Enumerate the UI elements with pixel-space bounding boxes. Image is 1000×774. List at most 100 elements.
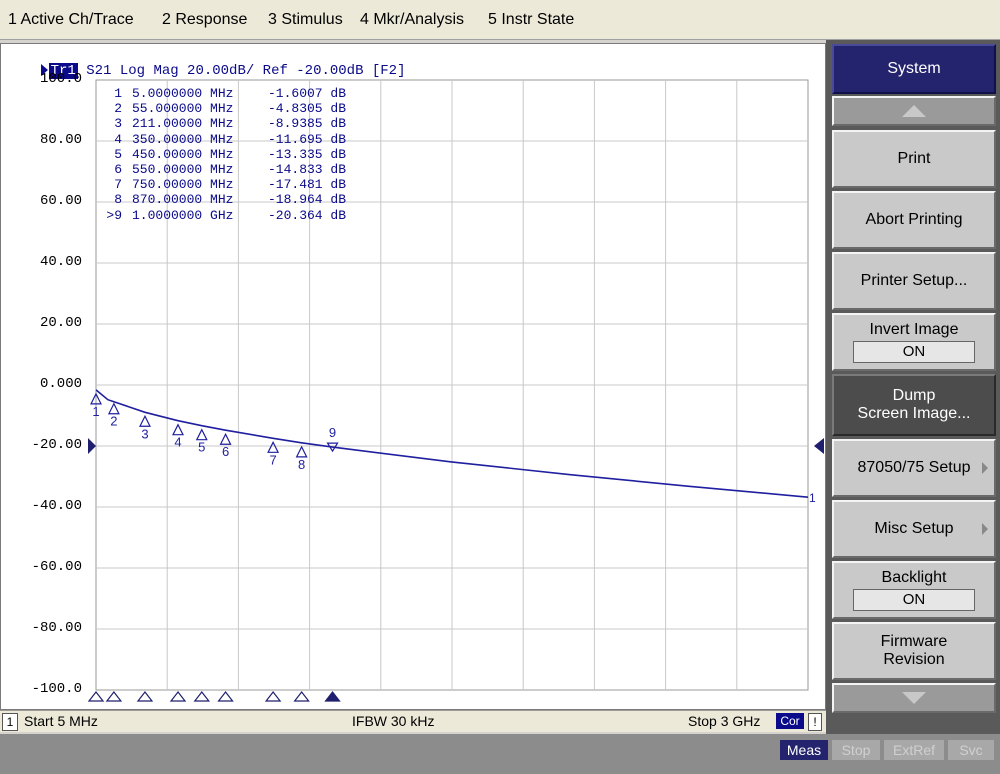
softkey-menu-title: System	[832, 44, 996, 94]
marker-row: 5 450.00000 MHz -13.335 dB	[100, 147, 346, 162]
marker-row: 1 5.0000000 MHz -1.6007 dB	[100, 86, 346, 101]
instrument-status-bar: Meas Stop ExtRef Svc	[0, 734, 1000, 774]
stimulus-marker-icon	[87, 691, 105, 702]
marker-label: 4	[174, 435, 181, 450]
marker-frequency: 870.00000 MHz	[132, 192, 234, 208]
ref-level-left-icon	[88, 438, 96, 454]
marker-id: 7	[114, 177, 122, 193]
marker-value: -13.335 dB	[268, 146, 347, 162]
marker-value: -20.364 dB	[268, 207, 347, 223]
meas-status: Meas	[780, 740, 828, 760]
trace-end-label: 1	[809, 491, 816, 505]
marker-table: 1 5.0000000 MHz -1.6007 dB 2 55.000000 MHz -4…	[100, 86, 346, 223]
backlight-label: Backlight	[881, 569, 947, 586]
marker-row: 3 211.00000 MHz -8.9385 dB	[100, 116, 346, 131]
marker-value: -18.964 dB	[268, 192, 347, 208]
abort-printing-label: Abort Printing	[865, 211, 963, 228]
dump-label-line1: Dump	[892, 387, 936, 404]
marker-row: 7 750.00000 MHz -17.481 dB	[100, 177, 346, 192]
start-frequency[interactable]: Start 5 MHz	[24, 713, 98, 729]
dump-screen-image-button[interactable]: Dump Screen Image...	[832, 374, 996, 436]
print-button[interactable]: Print	[832, 130, 996, 188]
marker-frequency: 450.00000 MHz	[132, 146, 234, 162]
stop-status: Stop	[832, 740, 880, 760]
firmware-label-line1: Firmware	[880, 633, 948, 650]
printer-setup-button[interactable]: Printer Setup...	[832, 252, 996, 310]
marker-id: 1	[114, 86, 122, 101]
marker-label: 2	[110, 414, 117, 429]
marker-frequency: 350.00000 MHz	[132, 131, 234, 147]
marker-id: 3	[114, 116, 122, 132]
softkey-title-label: System	[887, 60, 941, 77]
marker-row: 8 870.00000 MHz -18.964 dB	[100, 192, 346, 207]
stop-frequency[interactable]: Stop 3 GHz	[688, 713, 760, 729]
marker-frequency: 1.0000000 GHz	[132, 207, 234, 223]
marker-id: 6	[114, 162, 122, 178]
marker-frequency: 211.00000 MHz	[132, 116, 234, 132]
ref-level-right-icon	[814, 438, 824, 454]
marker-frequency: 550.00000 MHz	[132, 162, 234, 178]
stimulus-marker-icon	[217, 691, 234, 702]
marker-value: -4.8305 dB	[268, 101, 347, 117]
marker-label: 9	[329, 425, 336, 440]
stimulus-marker-icon	[293, 691, 310, 702]
marker-id: 2	[114, 101, 122, 117]
marker-value: -1.6007 dB	[268, 86, 347, 101]
stimulus-marker-icon	[193, 691, 211, 702]
invert-image-label: Invert Image	[869, 321, 959, 338]
marker-id: >9	[106, 207, 122, 223]
marker-label: 6	[222, 444, 229, 459]
printer-setup-label: Printer Setup...	[860, 272, 968, 289]
stimulus-markers	[87, 691, 341, 702]
marker-value: -14.833 dB	[268, 162, 347, 178]
marker-label: 3	[141, 426, 148, 441]
setup-87050-label: 87050/75 Setup	[857, 459, 971, 476]
softkey-panel: System Print Abort Printing Printer Setu…	[826, 40, 1000, 734]
stimulus-marker-icon	[136, 691, 154, 702]
stimulus-marker-icon	[169, 691, 187, 702]
setup-87050-button[interactable]: 87050/75 Setup	[832, 439, 996, 497]
submenu-arrow-icon	[982, 523, 988, 535]
backlight-button[interactable]: Backlight ON	[832, 561, 996, 619]
misc-setup-button[interactable]: Misc Setup	[832, 500, 996, 558]
marker-label: 5	[198, 440, 205, 455]
marker-frequency: 55.000000 MHz	[132, 101, 234, 117]
marker-id: 5	[114, 146, 122, 162]
misc-setup-label: Misc Setup	[874, 520, 954, 537]
marker-label: 7	[269, 452, 276, 467]
marker-frequency: 5.0000000 MHz	[132, 86, 234, 101]
firmware-label-line2: Revision	[883, 651, 945, 668]
marker-label: 8	[298, 457, 305, 472]
correction-indicator: Cor	[776, 713, 804, 729]
marker-value: -17.481 dB	[268, 177, 347, 193]
marker-frequency: 750.00000 MHz	[132, 177, 234, 193]
marker-value: -8.9385 dB	[268, 116, 347, 132]
if-bandwidth[interactable]: IFBW 30 kHz	[352, 713, 434, 729]
stimulus-marker-icon	[264, 691, 282, 702]
marker-row: 2 55.000000 MHz -4.8305 dB	[100, 101, 346, 116]
scroll-up-button[interactable]	[832, 96, 996, 126]
invert-image-value: ON	[853, 341, 975, 363]
dump-label-line2: Screen Image...	[857, 405, 971, 422]
print-label: Print	[897, 150, 931, 167]
marker-id: 8	[114, 192, 122, 208]
arrow-down-icon	[902, 692, 926, 704]
submenu-arrow-icon	[982, 462, 988, 474]
warning-indicator: !	[808, 713, 822, 731]
marker-row: 6 550.00000 MHz -14.833 dB	[100, 162, 346, 177]
svc-status: Svc	[948, 740, 994, 760]
firmware-revision-button[interactable]: Firmware Revision	[832, 622, 996, 680]
marker-label: 1	[92, 404, 99, 419]
invert-image-button[interactable]: Invert Image ON	[832, 313, 996, 371]
stimulus-marker-icon	[324, 691, 341, 702]
marker-id: 4	[114, 131, 122, 147]
marker-row: 4 350.00000 MHz -11.695 dB	[100, 132, 346, 147]
scroll-down-button[interactable]	[832, 683, 996, 713]
arrow-up-icon	[902, 105, 926, 117]
extref-status: ExtRef	[884, 740, 944, 760]
stimulus-marker-icon	[105, 691, 123, 702]
channel-number[interactable]: 1	[2, 713, 18, 731]
backlight-value: ON	[853, 589, 975, 611]
abort-printing-button[interactable]: Abort Printing	[832, 191, 996, 249]
marker-row: >9 1.0000000 GHz -20.364 dB	[100, 208, 346, 223]
